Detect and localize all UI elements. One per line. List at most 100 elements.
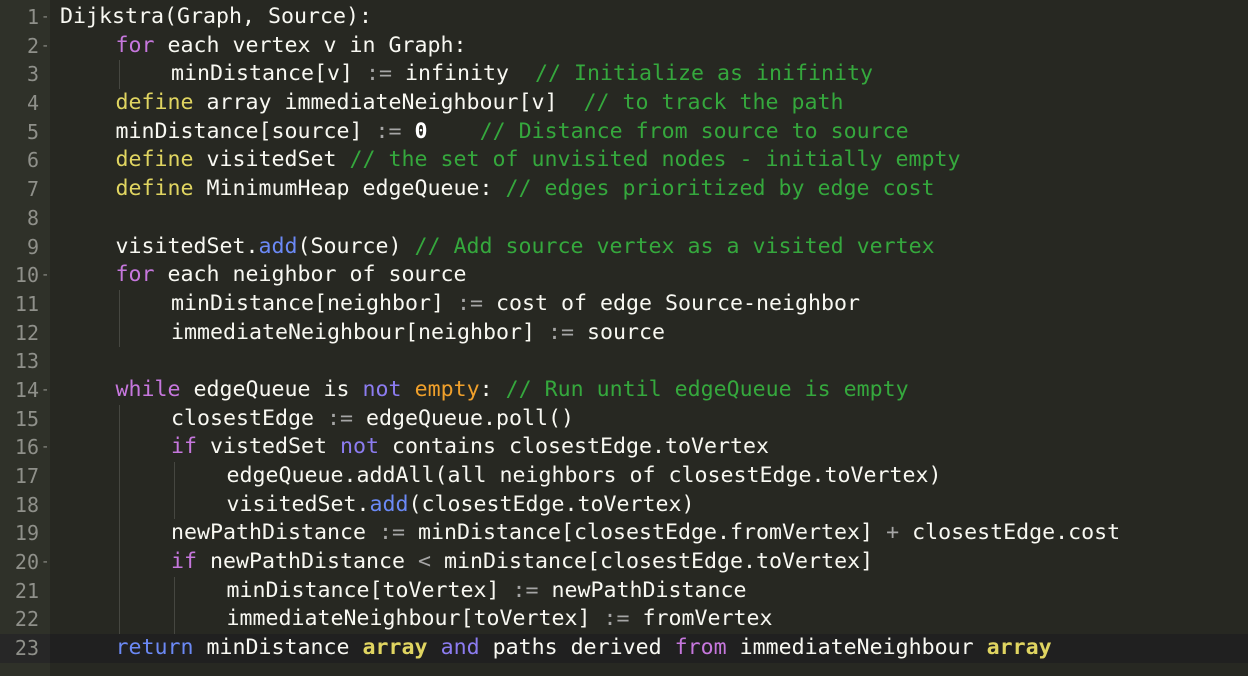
code-token: minDistance[toVertex] [226,577,513,603]
code-text: Dijkstra(Graph, Source): [60,3,372,32]
code-token: array [986,635,1052,661]
line-number-text: 23 [14,636,39,661]
code-line[interactable]: 21 minDistance[toVertex] := newPathDistan… [0,576,1248,606]
line-number-text: 21 [14,578,39,603]
indent-guide [118,318,120,348]
code-line[interactable]: 10- for each neighbor of source [0,261,1248,290]
code-editor[interactable]: 1- Dijkstra(Graph, Source): 2- for each ver… [0,0,1248,676]
code-token: and [440,635,480,661]
code-line[interactable]: 14- while edgeQueue is not empty: // Run … [0,376,1248,405]
code-text: define MinimumHeap edgeQueue: // edges p… [116,175,935,204]
line-number-text: 22 [14,607,39,632]
code-text: edgeQueue.addAll(all neighbors of closes… [227,462,942,491]
line-number-text: 15 [14,406,39,431]
fold-toggle-icon[interactable]: - [41,32,49,61]
code-line[interactable]: 22 immediateNeighbour[toVertex] := fromVe… [0,605,1248,635]
code-token: from [674,635,727,661]
fold-toggle-icon[interactable]: - [41,376,49,405]
code-line[interactable]: 18 visitedSet.add(closestEdge.toVertex) [0,490,1248,520]
code-line[interactable]: 3 minDistance[v] := infinity // Initializ… [0,60,1248,90]
code-text: minDistance[v] := infinity // Initialize… [171,60,873,89]
code-line[interactable]: 4 define array immediateNeighbour[v] // t… [0,89,1248,118]
line-number: 1- [0,3,50,32]
code-token: := [512,577,539,603]
code-text: while edgeQueue is not empty: // Run unt… [116,376,909,405]
code-token: immediateNeighbour[toVertex] [226,606,604,632]
fold-toggle-icon[interactable]: - [41,433,49,462]
fold-toggle-icon[interactable]: - [41,548,49,577]
code-line[interactable]: 20- if newPathDistance < minDistance[clos… [0,548,1248,577]
line-number-text: 11 [14,291,39,316]
code-token: infinity [392,61,536,87]
code-line[interactable]: 1- Dijkstra(Graph, Source): [0,3,1248,32]
fold-toggle-icon[interactable]: - [41,261,49,290]
code-line[interactable]: 23 return minDistance array and paths der… [0,634,1248,663]
code-token: // Add source vertex as a visited vertex [414,233,935,259]
code-token: := [379,520,406,546]
line-number: 5 [0,118,50,147]
indent-guide [118,605,120,635]
code-token: array [362,635,428,661]
code-token: source [574,319,666,345]
code-token: for [115,262,155,288]
code-line[interactable]: 6 define visitedSet // the set of unvisit… [0,146,1248,175]
line-number: 23 [0,634,50,663]
code-token: minDistance[source] [115,118,376,144]
code-line[interactable]: 12 immediateNeighbour[neighbor] := source [0,318,1248,348]
code-token: paths derived [479,635,675,661]
code-token: each vertex v in Graph: [154,32,467,58]
line-number: 19 [0,519,50,548]
line-number: 3 [0,60,50,89]
code-token: := [375,118,402,144]
code-line[interactable]: 13 [0,347,1248,376]
code-token: while [115,376,181,402]
line-number: 10- [0,261,50,290]
code-line[interactable]: 16- if vistedSet not contains closestEdge… [0,433,1248,462]
code-line[interactable]: 7 define MinimumHeap edgeQueue: // edges … [0,175,1248,204]
line-number: 9 [0,233,50,262]
indent-guide [118,433,120,462]
code-token: newPathDistance [538,577,747,603]
code-token: array immediateNeighbour[v] [193,90,584,116]
line-number-text: 9 [26,234,39,259]
fold-toggle-icon[interactable]: - [41,3,49,32]
code-token: := [327,405,354,431]
code-token: := [366,61,393,87]
code-token: newPathDistance [171,520,380,546]
code-token: newPathDistance [197,549,419,575]
code-token: minDistance[neighbor] [171,290,458,316]
line-number-text: 6 [26,148,39,173]
line-number: 18 [0,491,50,520]
code-token: // to track the path [583,90,844,116]
code-line[interactable]: 2- for each vertex v in Graph: [0,32,1248,61]
code-token: add [258,233,298,259]
code-token: 0 [414,118,428,144]
code-token: minDistance[closestEdge.toVertex] [431,549,874,575]
line-number-text: 8 [26,205,39,230]
code-text: visitedSet.add(Source) // Add source ver… [116,233,935,262]
code-line[interactable]: 15 closestEdge := edgeQueue.poll() [0,404,1248,434]
code-line[interactable]: 19 newPathDistance := minDistance[closest… [0,519,1248,549]
line-number-text: 5 [26,119,39,144]
line-number-text: 19 [14,521,39,546]
line-number-text: 20 [14,550,39,575]
code-token: minDistance [193,635,363,661]
code-token: immediateNeighbour [726,635,987,661]
code-line[interactable]: 9 visitedSet.add(Source) // Add source ve… [0,233,1248,262]
code-line[interactable]: 11 minDistance[neighbor] := cost of edge … [0,289,1248,319]
code-token: for [115,32,155,58]
code-token: define [115,147,194,173]
code-line[interactable]: 17 edgeQueue.addAll(all neighbors of clos… [0,462,1248,491]
indent-guide [174,490,175,520]
code-token: closestEdge.cost [899,520,1121,546]
line-number: 2- [0,32,50,61]
code-token: + [886,520,900,546]
code-token: := [457,290,484,316]
code-token: : [479,376,506,402]
code-line[interactable]: 5 minDistance[source] := 0 // Distance fr… [0,118,1248,147]
line-number: 4 [0,89,50,118]
line-number: 15 [0,405,50,434]
code-line[interactable]: 8 [0,204,1248,233]
indent-guide [118,289,120,319]
